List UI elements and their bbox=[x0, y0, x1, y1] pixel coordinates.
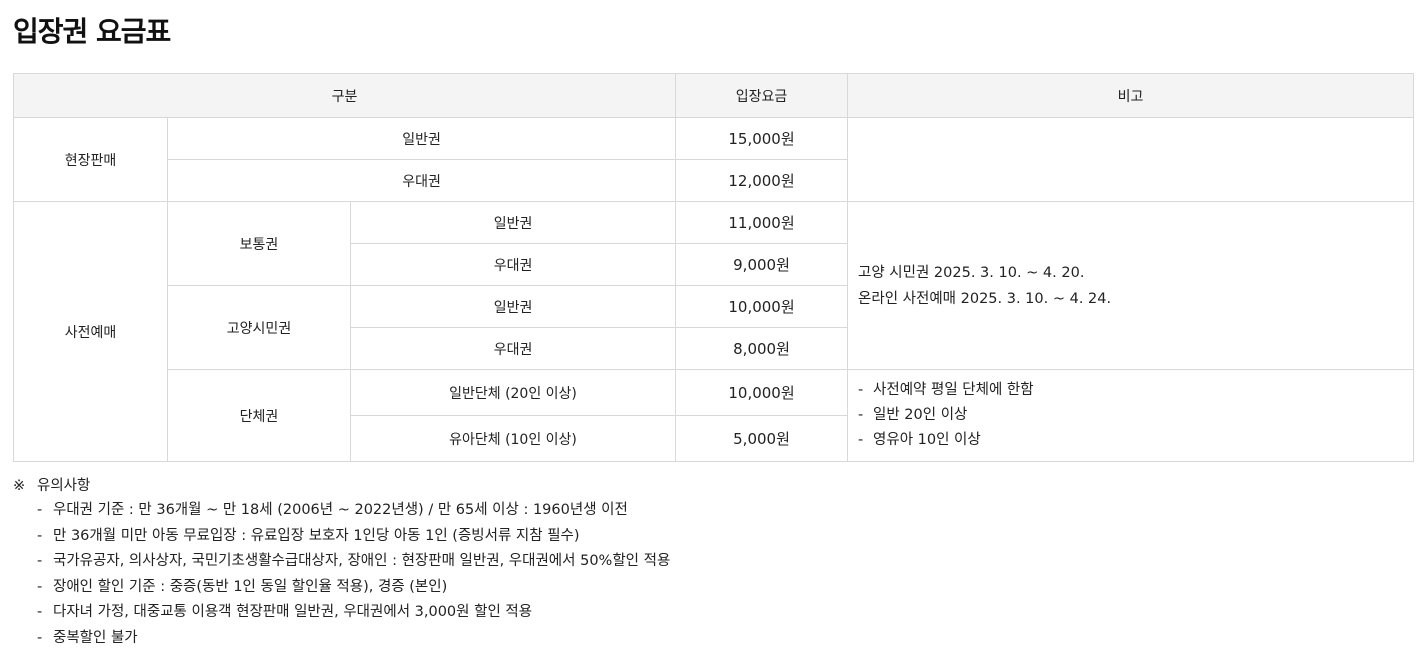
group-label-regular: 보통권 bbox=[167, 201, 351, 286]
remark-item: 일반 20인 이상 bbox=[858, 403, 1405, 428]
ticket-type: 일반권 bbox=[349, 201, 677, 244]
ticket-type: 우대권 bbox=[349, 327, 677, 370]
page-title: 입장권 요금표 bbox=[13, 15, 171, 48]
remark-item: 영유아 10인 이상 bbox=[858, 428, 1405, 453]
fee-table: 구분 입장요금 비고 현장판매 일반권 15,000원 우대권 12,000원 … bbox=[12, 73, 1415, 462]
remark-line: 온라인 사전예매 2025. 3. 10. ~ 4. 24. bbox=[858, 290, 1112, 307]
header-fee: 입장요금 bbox=[675, 73, 849, 118]
ticket-price: 5,000원 bbox=[675, 415, 849, 462]
group-label-citizen: 고양시민권 bbox=[167, 285, 351, 370]
onsite-label: 현장판매 bbox=[13, 117, 168, 202]
notice-heading: ※ 유의사항 bbox=[13, 474, 1413, 498]
ticket-price: 9,000원 bbox=[675, 243, 849, 286]
notice-title: 유의사항 bbox=[37, 478, 91, 494]
notice-item: 우대권 기준 : 만 36개월 ~ 만 18세 (2006년 ~ 2022년생)… bbox=[37, 498, 1413, 524]
ticket-type: 일반단체 (20인 이상) bbox=[349, 369, 677, 416]
header-category: 구분 bbox=[12, 73, 677, 118]
notice-item: 국가유공자, 의사상자, 국민기초생활수급대상자, 장애인 : 현장판매 일반권… bbox=[37, 549, 1413, 575]
ticket-price: 8,000원 bbox=[675, 327, 849, 370]
ticket-price: 12,000원 bbox=[675, 159, 849, 202]
notice-section: ※ 유의사항 우대권 기준 : 만 36개월 ~ 만 18세 (2006년 ~ 2… bbox=[13, 474, 1413, 652]
table-row: 사전예매 보통권 일반권 11,000원 고양 시민권 2025. 3. 10.… bbox=[13, 201, 1415, 462]
table-row: 단체권 일반단체 (20인 이상) 10,000원 사전예약 평일 단체에 한함… bbox=[14, 369, 1415, 462]
remark-item: 사전예약 평일 단체에 한함 bbox=[858, 378, 1405, 403]
table-header-row: 구분 입장요금 비고 bbox=[12, 73, 1415, 118]
presale-date-remark: 고양 시민권 2025. 3. 10. ~ 4. 20. 온라인 사전예매 20… bbox=[847, 201, 1415, 370]
notice-item: 다자녀 가정, 대중교통 이용객 현장판매 일반권, 우대권에서 3,000원 … bbox=[37, 600, 1413, 626]
reference-mark-icon: ※ bbox=[13, 478, 26, 494]
ticket-price: 10,000원 bbox=[675, 285, 849, 328]
table-row: 현장판매 일반권 15,000원 bbox=[13, 117, 1415, 202]
group-remark: 사전예약 평일 단체에 한함 일반 20인 이상 영유아 10인 이상 bbox=[847, 369, 1415, 462]
notice-list: 우대권 기준 : 만 36개월 ~ 만 18세 (2006년 ~ 2022년생)… bbox=[13, 498, 1413, 652]
ticket-type: 우대권 bbox=[166, 159, 677, 202]
ticket-price: 10,000원 bbox=[675, 369, 849, 416]
ticket-price: 11,000원 bbox=[675, 201, 849, 244]
notice-item: 만 36개월 미만 아동 무료입장 : 유료입장 보호자 1인당 아동 1인 (… bbox=[37, 524, 1413, 550]
ticket-type: 우대권 bbox=[349, 243, 677, 286]
ticket-price: 15,000원 bbox=[675, 117, 849, 160]
remark-line: 고양 시민권 2025. 3. 10. ~ 4. 20. bbox=[858, 264, 1085, 281]
notice-item: 중복할인 불가 bbox=[37, 626, 1413, 652]
ticket-type: 유아단체 (10인 이상) bbox=[349, 415, 677, 462]
notice-item: 장애인 할인 기준 : 중증(동반 1인 동일 할인율 적용), 경증 (본인) bbox=[37, 575, 1413, 601]
ticket-type: 일반권 bbox=[166, 117, 677, 160]
presale-label: 사전예매 bbox=[13, 201, 168, 462]
onsite-remark bbox=[847, 117, 1415, 202]
header-remark: 비고 bbox=[847, 73, 1415, 118]
ticket-type: 일반권 bbox=[349, 285, 677, 328]
group-label-group: 단체권 bbox=[167, 369, 351, 462]
